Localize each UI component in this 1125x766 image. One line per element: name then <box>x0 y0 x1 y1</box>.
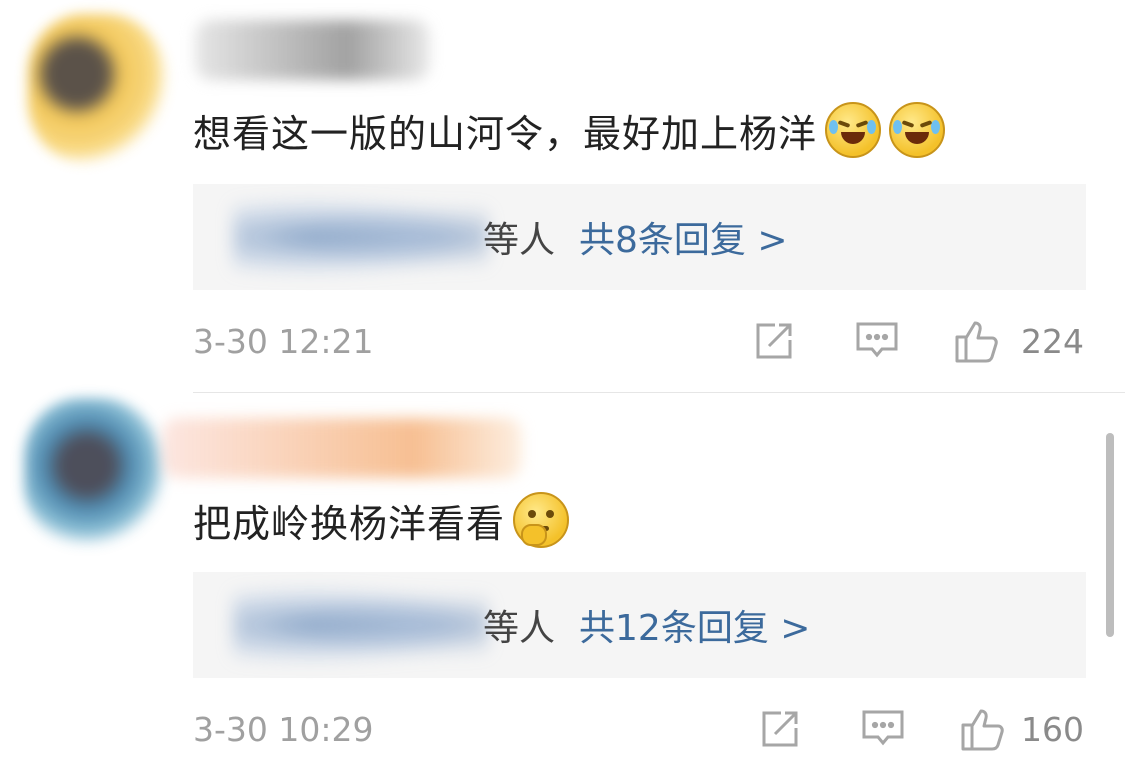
comment-time: 3-30 12:21 <box>193 322 374 361</box>
comment-text: 把成岭换杨洋看看 <box>193 488 570 552</box>
comment-meta: 3-30 10:29 160 <box>193 706 1086 756</box>
thumbs-up-icon[interactable] <box>959 706 1007 756</box>
avatar[interactable] <box>24 398 164 548</box>
reply-usernames-blurred <box>233 586 488 664</box>
reply-count-link[interactable]: 共8条回复 > <box>579 211 788 263</box>
reply-others-label: 等人 <box>483 608 556 649</box>
divider <box>193 392 1125 393</box>
repost-icon[interactable] <box>759 708 801 754</box>
avatar[interactable] <box>28 14 168 164</box>
scrollbar[interactable] <box>1106 433 1114 637</box>
crying-laughing-emoji-icon <box>825 102 882 158</box>
reply-count-link[interactable]: 共12条回复 > <box>579 599 810 651</box>
comment-text-content: 把成岭换杨洋看看 <box>193 501 506 546</box>
comment-icon[interactable] <box>855 320 899 366</box>
reply-usernames-blurred <box>233 198 488 276</box>
reply-preview[interactable]: 等人 共12条回复 > <box>193 572 1086 678</box>
thinking-emoji-icon <box>513 492 570 548</box>
reply-summary[interactable]: 等人 共12条回复 > <box>483 572 810 678</box>
comment-meta: 3-30 12:21 224 <box>193 318 1086 368</box>
reply-preview[interactable]: 等人 共8条回复 > <box>193 184 1086 290</box>
comment-text-content: 想看这一版的山河令，最好加上杨洋 <box>193 111 818 156</box>
comment-time: 3-30 10:29 <box>193 710 374 749</box>
comment-text: 想看这一版的山河令，最好加上杨洋 <box>193 100 946 160</box>
username-blurred[interactable] <box>195 20 430 80</box>
reply-summary[interactable]: 等人 共8条回复 > <box>483 184 788 290</box>
crying-laughing-emoji-icon <box>889 102 946 158</box>
comment-icon[interactable] <box>861 708 905 754</box>
username-blurred[interactable] <box>162 418 522 478</box>
reply-others-label: 等人 <box>483 220 556 261</box>
like-count: 160 <box>1021 710 1084 749</box>
thumbs-up-icon[interactable] <box>953 318 1001 368</box>
like-count: 224 <box>1021 322 1084 361</box>
repost-icon[interactable] <box>753 320 795 366</box>
